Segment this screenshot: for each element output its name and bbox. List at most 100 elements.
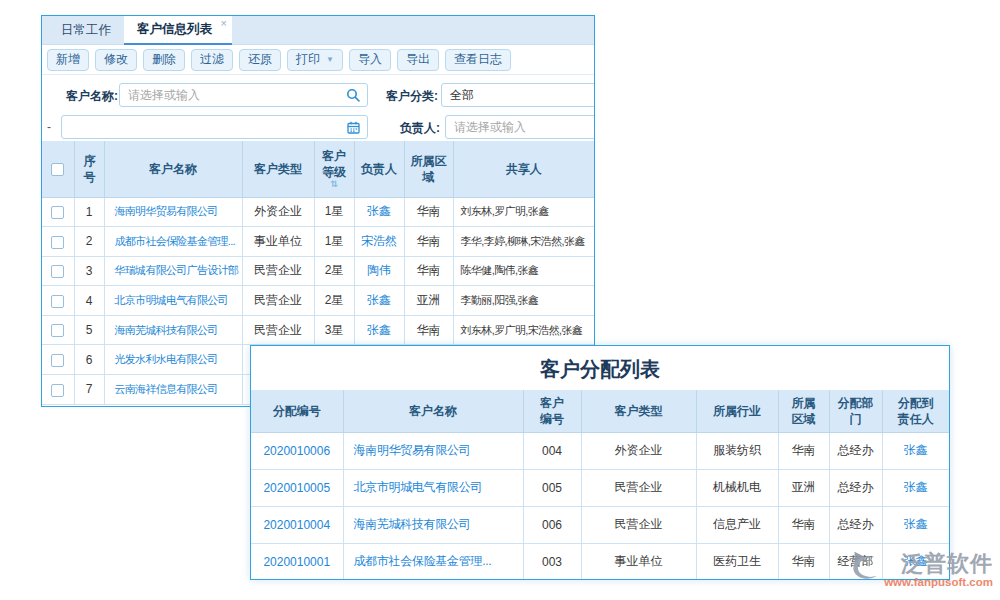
owner-link[interactable]: 陶伟	[354, 256, 404, 286]
customer-name-link[interactable]: 光发水利水电有限公司	[104, 345, 242, 375]
customer-level: 1星	[314, 227, 354, 257]
row-checkbox[interactable]	[51, 265, 64, 278]
customer-name-link[interactable]: 海南芜城科技有限公司	[343, 506, 523, 543]
customer-name-link[interactable]: 华瑞城有限公司广告设计部	[104, 256, 242, 286]
alloc-no-link[interactable]: 2020010006	[251, 432, 343, 469]
col-customer-level[interactable]: 客户等级⇅	[314, 141, 354, 197]
tab-daily-work[interactable]: 日常工作	[48, 16, 124, 45]
customer-type: 事业单位	[242, 227, 314, 257]
owner-input-wrap	[445, 115, 595, 139]
customer-name-link[interactable]: 成都市社会保险基金管理...	[343, 543, 523, 580]
import-button[interactable]: 导入	[349, 49, 391, 71]
assignee-link[interactable]: 张鑫	[882, 506, 949, 543]
table-row: 2 成都市社会保险基金管理... 事业单位 1星 宋浩然 华南 李华,李婷,柳琳…	[42, 227, 594, 257]
customer-name-link[interactable]: 云南海祥信息有限公司	[104, 375, 242, 405]
restore-button[interactable]: 还原	[239, 49, 281, 71]
row-no: 2	[74, 227, 104, 257]
customer-name-link[interactable]: 海南明华贸易有限公司	[343, 432, 523, 469]
sort-icon[interactable]: ⇅	[319, 180, 350, 189]
add-button[interactable]: 新增	[47, 49, 89, 71]
row-checkbox[interactable]	[51, 295, 64, 308]
col-customer-type: 客户类型	[581, 390, 696, 432]
row-checkbox[interactable]	[51, 236, 64, 249]
export-button[interactable]: 导出	[397, 49, 439, 71]
row-select-cell	[42, 286, 74, 316]
row-select-cell	[42, 256, 74, 286]
table-row: 1 海南明华贸易有限公司 外资企业 1星 张鑫 华南 刘东林,罗广明,张鑫	[42, 197, 594, 227]
alloc-no-link[interactable]: 2020010005	[251, 469, 343, 506]
customer-name-link[interactable]: 北京市明城电气有限公司	[104, 286, 242, 316]
allocation-table: 分配编号 客户名称 客户编号 客户类型 所属行业 所属区域 分配部门 分配到责任…	[251, 390, 949, 580]
customer-category-input[interactable]	[442, 84, 595, 106]
row-checkbox[interactable]	[51, 384, 64, 397]
col-customer-level-label: 客户等级	[322, 149, 346, 179]
watermark-brand: 泛普软件	[901, 553, 993, 575]
assignee-link[interactable]: 张鑫	[882, 469, 949, 506]
customer-type: 事业单位	[581, 543, 696, 580]
filter-button[interactable]: 过滤	[191, 49, 233, 71]
row-no: 6	[74, 345, 104, 375]
customer-type: 民营企业	[242, 315, 314, 345]
owner-link[interactable]: 张鑫	[354, 197, 404, 227]
table-header-row: 序号 客户名称 客户类型 客户等级⇅ 负责人 所属区域 共享人	[42, 141, 594, 197]
view-log-button[interactable]: 查看日志	[445, 49, 511, 71]
search-icon[interactable]	[346, 88, 360, 102]
customer-category-input-wrap	[441, 83, 595, 107]
alloc-no-link[interactable]: 2020010001	[251, 543, 343, 580]
customer-name-link[interactable]: 海南芜城科技有限公司	[104, 315, 242, 345]
row-no: 5	[74, 315, 104, 345]
owner-link[interactable]: 宋浩然	[354, 227, 404, 257]
delete-button[interactable]: 删除	[143, 49, 185, 71]
customer-no: 003	[523, 543, 581, 580]
alloc-no-link[interactable]: 2020010004	[251, 506, 343, 543]
print-button[interactable]: 打印▼	[287, 49, 343, 71]
dept: 总经办	[829, 432, 882, 469]
row-no: 1	[74, 197, 104, 227]
close-icon[interactable]: ×	[221, 17, 227, 29]
dept: 总经办	[829, 506, 882, 543]
shared-list: 陈华健,陶伟,张鑫	[453, 256, 594, 286]
region: 亚洲	[404, 286, 453, 316]
customer-level: 1星	[314, 197, 354, 227]
table-row: 4 北京市明城电气有限公司 民营企业 2星 张鑫 亚洲 李勤丽,阳强,张鑫	[42, 286, 594, 316]
row-no: 3	[74, 256, 104, 286]
region: 亚洲	[778, 469, 829, 506]
owner-label: 负责人:	[400, 120, 440, 137]
assignee-link[interactable]: 张鑫	[882, 432, 949, 469]
tab-customer-info-list[interactable]: 客户信息列表 ×	[124, 16, 232, 45]
owner-link[interactable]: 张鑫	[354, 315, 404, 345]
col-customer-name: 客户名称	[104, 141, 242, 197]
calendar-icon[interactable]	[347, 121, 360, 134]
col-no: 序号	[74, 141, 104, 197]
industry: 医药卫生	[696, 543, 778, 580]
filter-area: 客户名称: 客户分类: - 负责人:	[42, 75, 594, 141]
customer-level: 3星	[314, 315, 354, 345]
customer-name-input[interactable]	[120, 84, 346, 106]
customer-type: 外资企业	[581, 432, 696, 469]
tab-label: 客户信息列表	[137, 22, 212, 36]
customer-name-link[interactable]: 海南明华贸易有限公司	[104, 197, 242, 227]
region: 华南	[778, 506, 829, 543]
allocation-row: 2020010004 海南芜城科技有限公司 006 民营企业 信息产业 华南 总…	[251, 506, 949, 543]
shared-list: 刘东林,罗广明,张鑫	[453, 197, 594, 227]
table-row: 5 海南芜城科技有限公司 民营企业 3星 张鑫 华南 刘东林,罗广明,宋浩然,张…	[42, 315, 594, 345]
allocation-row: 2020010005 北京市明城电气有限公司 005 民营企业 机械机电 亚洲 …	[251, 469, 949, 506]
date-input[interactable]	[62, 116, 347, 138]
watermark-url: www.fanpusoft.com	[884, 576, 993, 588]
customer-type: 民营企业	[581, 506, 696, 543]
owner-input[interactable]	[446, 116, 595, 138]
allocation-title: 客户分配列表	[251, 346, 949, 390]
owner-link[interactable]: 张鑫	[354, 286, 404, 316]
region: 华南	[778, 543, 829, 580]
date-range-separator: -	[47, 120, 51, 134]
row-checkbox[interactable]	[51, 206, 64, 219]
customer-name-link[interactable]: 北京市明城电气有限公司	[343, 469, 523, 506]
select-all-checkbox[interactable]	[51, 163, 64, 176]
row-checkbox[interactable]	[51, 324, 64, 337]
col-customer-type: 客户类型	[242, 141, 314, 197]
customer-name-link[interactable]: 成都市社会保险基金管理...	[104, 227, 242, 257]
shared-list: 李华,李婷,柳琳,宋浩然,张鑫	[453, 227, 594, 257]
edit-button[interactable]: 修改	[95, 49, 137, 71]
allocation-row: 2020010001 成都市社会保险基金管理... 003 事业单位 医药卫生 …	[251, 543, 949, 580]
row-checkbox[interactable]	[51, 354, 64, 367]
